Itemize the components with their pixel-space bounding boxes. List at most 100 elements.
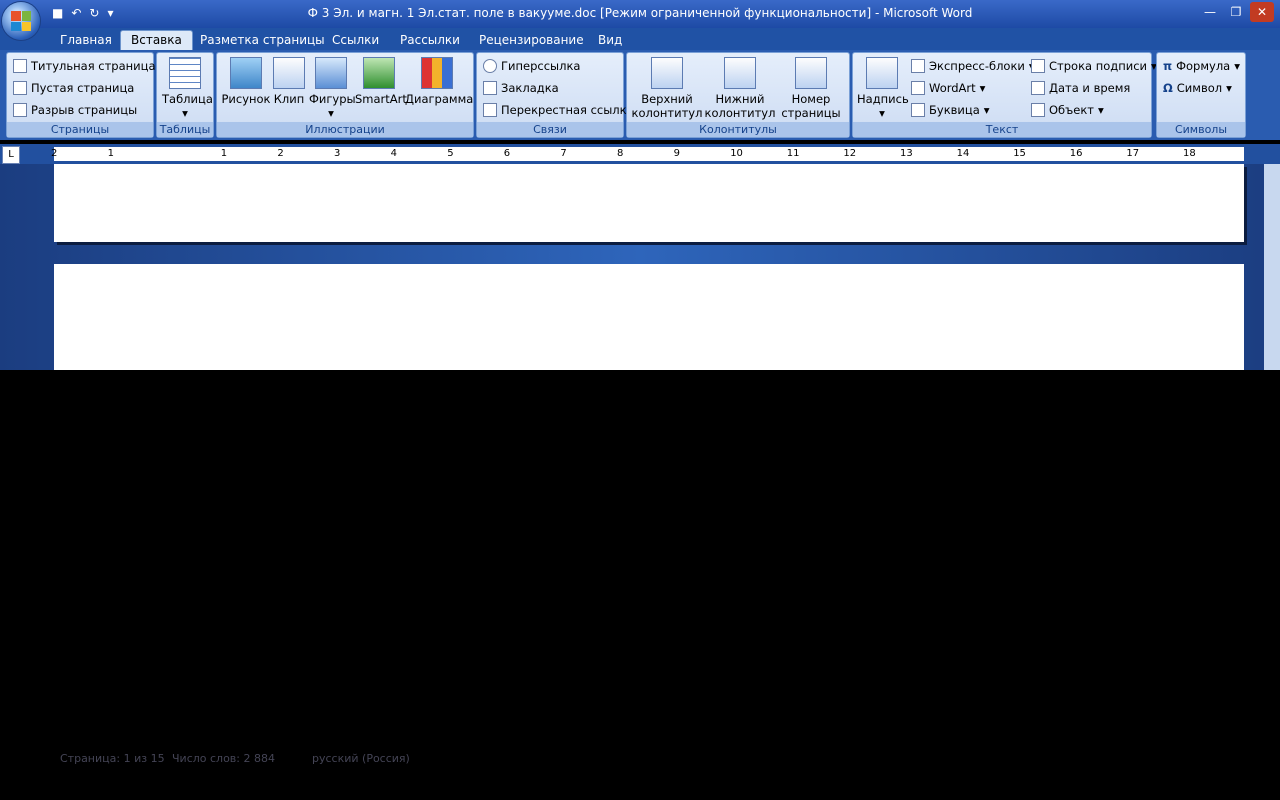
hyperlink-icon <box>483 59 497 73</box>
footer-icon <box>724 57 756 89</box>
status-words[interactable]: Число слов: 2 884 <box>172 752 275 765</box>
ruler-tick-label: 6 <box>503 148 511 159</box>
tab-selector-icon[interactable]: L <box>2 146 20 164</box>
dropcap-icon <box>911 103 925 117</box>
hyperlink-button[interactable]: Гиперссылка <box>483 59 580 73</box>
picture-button[interactable]: Рисунок <box>221 57 271 106</box>
pi-icon: π <box>1163 59 1173 73</box>
ruler-tick-label: 17 <box>1126 148 1140 159</box>
group-headers-footers-label: Колонтитулы <box>627 122 849 137</box>
group-pages: Титульная страница ▾ Пустая страница Раз… <box>6 52 165 138</box>
ruler-tick-label: 4 <box>390 148 397 159</box>
cross-reference-icon <box>483 103 497 117</box>
cover-page-icon <box>13 59 27 73</box>
ruler-tick-label: 10 <box>730 148 743 159</box>
group-illustrations: Рисунок Клип Фигуры ▾ SmartArt Диаграмма … <box>216 52 474 138</box>
object-button[interactable]: Объект ▾ <box>1031 103 1104 117</box>
ruler-tick-label: 1 <box>220 148 228 159</box>
ribbon-tabs: Главная Вставка Разметка страницы Ссылки… <box>0 28 1280 50</box>
office-button[interactable] <box>2 2 40 40</box>
ruler-tick-label: 1 <box>107 148 114 159</box>
symbol-button[interactable]: Ω Символ ▾ <box>1163 81 1232 95</box>
dropcap-button[interactable]: Буквица ▾ <box>911 103 990 117</box>
textbox-button[interactable]: Надпись ▾ <box>857 57 909 120</box>
group-text: Надпись▾ Экспресс-блоки ▾ WordArt ▾ Букв… <box>852 52 1157 138</box>
office-logo-icon <box>11 11 31 31</box>
group-tables-label: Таблицы <box>157 122 213 137</box>
blank-page-icon <box>13 81 27 95</box>
tab-insert[interactable]: Вставка <box>120 30 193 50</box>
group-symbols-label: Символы <box>1157 122 1245 137</box>
close-button[interactable]: ✕ <box>1250 2 1274 22</box>
shapes-button[interactable]: Фигуры ▾ <box>309 57 356 120</box>
ruler-tick-label: 14 <box>956 148 970 159</box>
ruler-tick-label: 16 <box>1069 148 1083 159</box>
textbox-icon <box>866 57 898 89</box>
group-links: Гиперссылка Закладка Перекрестная ссылка… <box>476 52 634 138</box>
group-headers-footers: Верхнийколонтитул ▾ Нижнийколонтитул ▾ Н… <box>626 52 850 138</box>
document-page[interactable] <box>54 164 1244 242</box>
page-break-icon <box>13 103 27 117</box>
ruler-tick-label: 13 <box>900 148 913 159</box>
table-icon <box>169 57 201 89</box>
signature-line-icon <box>1031 59 1045 73</box>
smartart-icon <box>363 57 395 89</box>
title-bar: ■ ↶ ↻ ▾ Ф 3 Эл. и магн. 1 Эл.стат. поле … <box>0 0 1280 40</box>
tab-review[interactable]: Рецензирование <box>469 31 594 50</box>
tab-home[interactable]: Главная <box>50 31 122 50</box>
horizontal-ruler[interactable]: L 2 1 1 2 3 4 5 6 7 8 9 10 11 12 13 14 15 16 17 18 <box>0 144 1280 164</box>
signature-line-button[interactable]: Строка подписи ▾ <box>1031 59 1157 73</box>
chart-icon <box>421 57 453 89</box>
ruler-tick-label: 7 <box>560 148 567 159</box>
shapes-icon <box>315 57 347 89</box>
quick-parts-button[interactable]: Экспресс-блоки ▾ <box>911 59 1035 73</box>
date-time-button[interactable]: Дата и время <box>1031 81 1130 95</box>
ruler-tick-label: 9 <box>673 148 680 159</box>
tab-mailings[interactable]: Рассылки <box>390 31 470 50</box>
date-time-icon <box>1031 81 1045 95</box>
group-links-label: Связи <box>477 122 623 137</box>
clipart-button[interactable]: Клип <box>271 57 307 106</box>
status-page[interactable]: Страница: 1 из 15 <box>60 752 165 765</box>
wordart-icon <box>911 81 925 95</box>
document-page[interactable] <box>54 264 1244 370</box>
status-language[interactable]: русский (Россия) <box>312 752 410 765</box>
group-text-label: Текст <box>853 122 1151 137</box>
page-break-button[interactable]: Разрыв страницы <box>13 103 137 117</box>
vertical-scrollbar[interactable] <box>1264 164 1280 370</box>
blank-page-button[interactable]: Пустая страница <box>13 81 134 95</box>
wordart-button[interactable]: WordArt ▾ <box>911 81 985 95</box>
tab-page-layout[interactable]: Разметка страницы <box>190 31 335 50</box>
table-button[interactable]: Таблица ▾ <box>162 57 213 120</box>
restore-button[interactable]: ❐ <box>1224 2 1248 22</box>
ruler-tick-label: 5 <box>447 148 454 159</box>
cross-reference-button[interactable]: Перекрестная ссылка <box>483 103 634 117</box>
group-pages-label: Страницы <box>7 122 153 137</box>
ruler-tick-label: 3 <box>334 148 341 159</box>
cover-page-button[interactable]: Титульная страница ▾ <box>13 59 165 73</box>
picture-icon <box>230 57 262 89</box>
window-title: Ф 3 Эл. и магн. 1 Эл.стат. поле в вакуум… <box>307 6 973 20</box>
ruler-tick-label: 11 <box>786 148 800 159</box>
ruler-scale[interactable]: 2 1 1 2 3 4 5 6 7 8 9 10 11 12 13 14 15 16 17 18 <box>51 147 1244 161</box>
ribbon: Титульная страница ▾ Пустая страница Раз… <box>0 50 1280 140</box>
document-area[interactable] <box>0 164 1280 370</box>
ruler-tick-label: 2 <box>51 148 58 159</box>
clipart-icon <box>273 57 305 89</box>
minimize-button[interactable]: — <box>1198 2 1222 22</box>
group-illustrations-label: Иллюстрации <box>217 122 473 137</box>
ruler-tick-label: 12 <box>843 148 857 159</box>
chart-button[interactable]: Диаграмма <box>405 57 473 106</box>
group-symbols: π Формула ▾ Ω Символ ▾ Символы <box>1156 52 1246 138</box>
tab-view[interactable]: Вид <box>588 31 632 50</box>
smartart-button[interactable]: SmartArt <box>355 57 407 106</box>
omega-icon: Ω <box>1163 81 1173 95</box>
status-bar: Страница: 1 из 15 Число слов: 2 884 русс… <box>0 748 1280 770</box>
header-icon <box>651 57 683 89</box>
equation-button[interactable]: π Формула ▾ <box>1163 59 1240 73</box>
group-tables: Таблица ▾ Таблицы <box>156 52 214 138</box>
ruler-tick-label: 15 <box>1013 148 1026 159</box>
tab-references[interactable]: Ссылки <box>322 31 389 50</box>
taskbar <box>0 774 1280 800</box>
bookmark-button[interactable]: Закладка <box>483 81 559 95</box>
